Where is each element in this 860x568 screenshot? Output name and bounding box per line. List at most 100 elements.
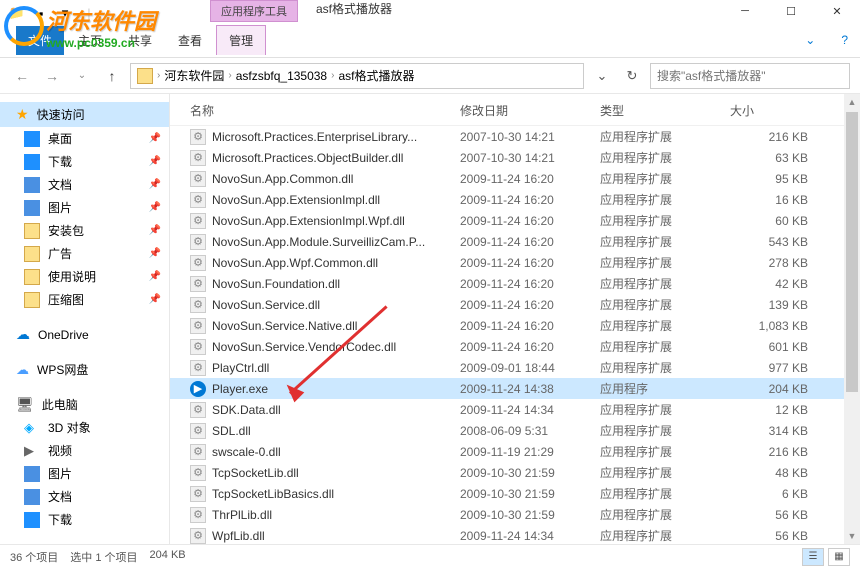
file-row[interactable]: ⚙TcpSocketLib.dll2009-10-30 21:59应用程序扩展4…: [170, 462, 860, 483]
refresh-icon[interactable]: ↻: [620, 64, 644, 88]
file-row[interactable]: ⚙ThrPlLib.dll2009-10-30 21:59应用程序扩展56 KB: [170, 504, 860, 525]
file-row[interactable]: ⚙Microsoft.Practices.ObjectBuilder.dll20…: [170, 147, 860, 168]
crumb-1[interactable]: asfzsbfq_135038: [236, 69, 327, 83]
chevron-right-icon[interactable]: ›: [157, 70, 160, 81]
sidebar-pc-item-4[interactable]: 下载: [0, 508, 169, 531]
file-type: 应用程序扩展: [600, 401, 730, 418]
pin-icon: 📌: [149, 179, 161, 190]
file-row[interactable]: ⚙NovoSun.App.ExtensionImpl.Wpf.dll2009-1…: [170, 210, 860, 231]
file-row[interactable]: ⚙SDL.dll2008-06-09 5:31应用程序扩展314 KB: [170, 420, 860, 441]
dll-icon: ⚙: [190, 276, 206, 292]
file-row[interactable]: ⚙NovoSun.Service.dll2009-11-24 16:20应用程序…: [170, 294, 860, 315]
file-row[interactable]: ⚙NovoSun.App.ExtensionImpl.dll2009-11-24…: [170, 189, 860, 210]
sidebar-item-2[interactable]: 文档📌: [0, 173, 169, 196]
pin-icon: 📌: [149, 294, 161, 305]
col-type[interactable]: 类型: [600, 102, 730, 119]
file-row[interactable]: ⚙TcpSocketLibBasics.dll2009-10-30 21:59应…: [170, 483, 860, 504]
contextual-tab-label: 应用程序工具: [210, 0, 298, 22]
toggle-icon[interactable]: ▾: [56, 4, 74, 22]
sidebar-wps[interactable]: ☁ WPS网盘: [0, 358, 169, 381]
tab-file[interactable]: 文件: [16, 26, 64, 55]
crumb-2[interactable]: asf格式播放器: [338, 67, 414, 84]
file-row[interactable]: ⚙Microsoft.Practices.EnterpriseLibrary..…: [170, 126, 860, 147]
sidebar-item-4[interactable]: 安装包📌: [0, 219, 169, 242]
file-row[interactable]: ⚙PlayCtrl.dll2009-09-01 18:44应用程序扩展977 K…: [170, 357, 860, 378]
crumb-0[interactable]: 河东软件园: [164, 67, 224, 84]
file-row[interactable]: ⚙NovoSun.App.Wpf.Common.dll2009-11-24 16…: [170, 252, 860, 273]
chevron-right-icon[interactable]: ›: [331, 70, 334, 81]
sidebar-pc-item-3[interactable]: 文档: [0, 485, 169, 508]
dll-icon: ⚙: [190, 486, 206, 502]
file-name: WpfLib.dll: [212, 529, 460, 543]
tab-home[interactable]: 主页: [66, 26, 114, 55]
file-row[interactable]: ⚙NovoSun.Service.VendorCodec.dll2009-11-…: [170, 336, 860, 357]
address-bar: ← → ⌄ ↑ › 河东软件园 › asfzsbfq_135038 › asf格…: [0, 58, 860, 94]
file-date: 2009-11-24 16:20: [460, 277, 600, 291]
up-button[interactable]: ↑: [100, 64, 124, 88]
file-row[interactable]: ▶Player.exe2009-11-24 14:38应用程序204 KB: [170, 378, 860, 399]
cloud-icon: ☁: [16, 362, 29, 378]
file-row[interactable]: ⚙SDK.Data.dll2009-11-24 14:34应用程序扩展12 KB: [170, 399, 860, 420]
file-type: 应用程序: [600, 380, 730, 397]
close-button[interactable]: ✕: [814, 0, 860, 22]
help-icon[interactable]: ?: [829, 27, 860, 53]
status-size: 204 KB: [150, 549, 186, 565]
col-name[interactable]: 名称: [190, 102, 460, 119]
expand-ribbon-icon[interactable]: ⌄: [793, 27, 827, 53]
sidebar-item-5[interactable]: 广告📌: [0, 242, 169, 265]
sidebar-onedrive[interactable]: ☁ OneDrive: [0, 323, 169, 346]
navigation-pane: ★ 快速访问 桌面📌下载📌文档📌图片📌安装包📌广告📌使用说明📌压缩图📌 ☁ On…: [0, 94, 170, 544]
pic-icon: [24, 466, 40, 482]
maximize-button[interactable]: ☐: [768, 0, 814, 22]
view-icons-button[interactable]: ▦: [828, 548, 850, 566]
tab-view[interactable]: 查看: [166, 26, 214, 55]
file-size: 6 KB: [730, 487, 820, 501]
sidebar-pc-item-0[interactable]: ◈3D 对象: [0, 416, 169, 439]
folder-icon: 📁: [8, 4, 26, 22]
file-date: 2009-11-24 14:34: [460, 403, 600, 417]
search-input[interactable]: [650, 63, 850, 89]
file-row[interactable]: ⚙NovoSun.App.Module.SurveillizCam.P...20…: [170, 231, 860, 252]
file-name: NovoSun.Service.Native.dll: [212, 319, 460, 333]
scroll-down-icon[interactable]: ▼: [844, 528, 860, 544]
exe-icon: ▶: [190, 381, 206, 397]
sidebar-item-7[interactable]: 压缩图📌: [0, 288, 169, 311]
sidebar-quick-access[interactable]: ★ 快速访问: [0, 102, 169, 127]
vertical-scrollbar[interactable]: ▲ ▼: [844, 94, 860, 544]
col-size[interactable]: 大小: [730, 102, 820, 119]
scroll-up-icon[interactable]: ▲: [844, 94, 860, 110]
chevron-right-icon[interactable]: ›: [228, 70, 231, 81]
sidebar-item-3[interactable]: 图片📌: [0, 196, 169, 219]
file-row[interactable]: ⚙swscale-0.dll2009-11-19 21:29应用程序扩展216 …: [170, 441, 860, 462]
file-date: 2009-11-24 14:38: [460, 382, 600, 396]
file-row[interactable]: ⚙NovoSun.Foundation.dll2009-11-24 16:20应…: [170, 273, 860, 294]
file-row[interactable]: ⚙WpfLib.dll2009-11-24 14:34应用程序扩展56 KB: [170, 525, 860, 544]
properties-icon[interactable]: ▪: [32, 4, 50, 22]
sidebar-item-0[interactable]: 桌面📌: [0, 127, 169, 150]
file-name: Microsoft.Practices.ObjectBuilder.dll: [212, 151, 460, 165]
sidebar-thispc[interactable]: 🖥 此电脑: [0, 393, 169, 416]
sidebar-pc-item-2[interactable]: 图片: [0, 462, 169, 485]
file-row[interactable]: ⚙NovoSun.Service.Native.dll2009-11-24 16…: [170, 315, 860, 336]
file-row[interactable]: ⚙NovoSun.App.Common.dll2009-11-24 16:20应…: [170, 168, 860, 189]
sidebar-item-6[interactable]: 使用说明📌: [0, 265, 169, 288]
pin-icon: 📌: [149, 248, 161, 259]
recent-dropdown-icon[interactable]: ⌄: [70, 64, 94, 88]
file-date: 2008-06-09 5:31: [460, 424, 600, 438]
dropdown-icon[interactable]: ⌄: [590, 64, 614, 88]
col-date[interactable]: 修改日期: [460, 102, 600, 119]
sidebar-item-1[interactable]: 下载📌: [0, 150, 169, 173]
sidebar-pc-item-1[interactable]: ▶视频: [0, 439, 169, 462]
video-icon: ▶: [24, 443, 40, 459]
fold-icon: [24, 269, 40, 285]
file-name: SDK.Data.dll: [212, 403, 460, 417]
breadcrumb-bar[interactable]: › 河东软件园 › asfzsbfq_135038 › asf格式播放器: [130, 63, 584, 89]
tab-manage[interactable]: 管理: [216, 25, 266, 55]
view-details-button[interactable]: ☰: [802, 548, 824, 566]
back-button[interactable]: ←: [10, 64, 34, 88]
scroll-thumb[interactable]: [846, 112, 858, 392]
column-headers: 名称 修改日期 类型 大小: [170, 94, 860, 126]
dll-icon: ⚙: [190, 213, 206, 229]
tab-share[interactable]: 共享: [116, 26, 164, 55]
minimize-button[interactable]: ─: [722, 0, 768, 22]
